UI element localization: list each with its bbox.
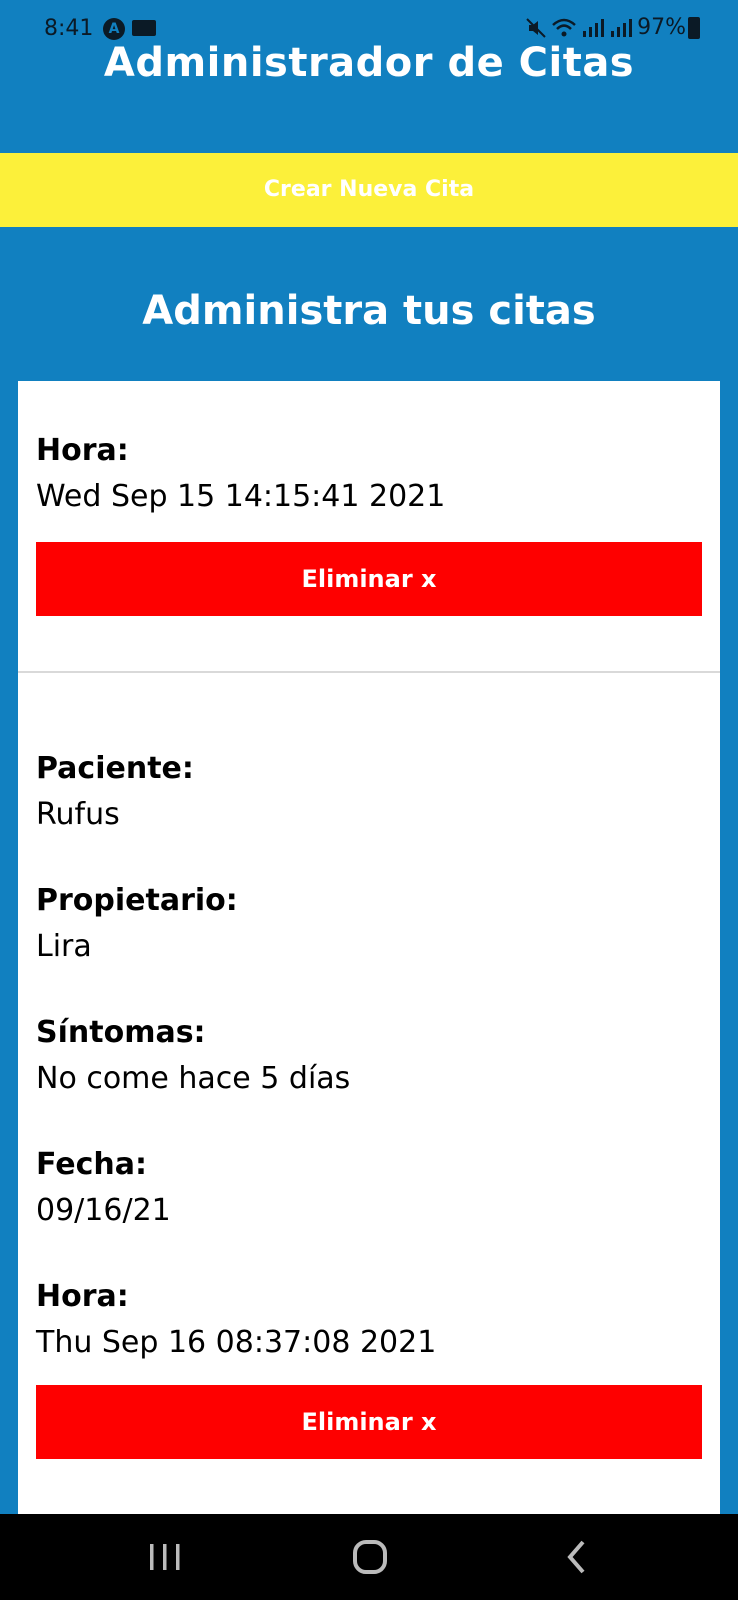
hora-value: Thu Sep 16 08:37:08 2021 [36,1325,437,1360]
sintomas-value: No come hace 5 días [36,1061,351,1096]
home-icon[interactable] [345,1532,395,1582]
signal-icon [583,18,605,37]
battery-icon [688,17,700,39]
sintomas-label: Síntomas: [36,1015,206,1050]
wifi-icon [552,18,576,36]
signal-icon-2 [611,18,633,37]
status-indicators: 97% [525,15,686,40]
delete-appointment-button[interactable]: Eliminar x [36,542,702,616]
propietario-label: Propietario: [36,883,238,918]
paciente-value: Rufus [36,797,120,832]
app-notification-icon: A [103,18,125,40]
back-icon[interactable] [552,1532,602,1582]
paciente-label: Paciente: [36,751,194,786]
mute-icon [526,17,546,38]
hora-label: Hora: [36,433,129,468]
fecha-value: 09/16/21 [36,1193,171,1228]
appointment-list[interactable]: ~ ~ ~ Hora: Wed Sep 15 14:15:41 2021 Eli… [18,381,720,1514]
create-appointment-button[interactable]: Crear Nueva Cita [0,153,738,227]
recent-apps-icon[interactable] [140,1532,190,1582]
delete-appointment-button[interactable]: Eliminar x [36,1385,702,1459]
status-time: 8:41 [44,16,94,41]
navigation-bar [0,1514,738,1600]
hora-value: Wed Sep 15 14:15:41 2021 [36,479,446,514]
fecha-label: Fecha: [36,1147,148,1182]
hora-label: Hora: [36,1279,129,1314]
divider [18,671,720,673]
app-title: Administrador de Citas [103,40,635,86]
section-title: Administra tus citas [142,288,596,334]
voicemail-icon [132,20,156,36]
battery-percent: 97% [637,15,686,40]
propietario-value: Lira [36,929,92,964]
